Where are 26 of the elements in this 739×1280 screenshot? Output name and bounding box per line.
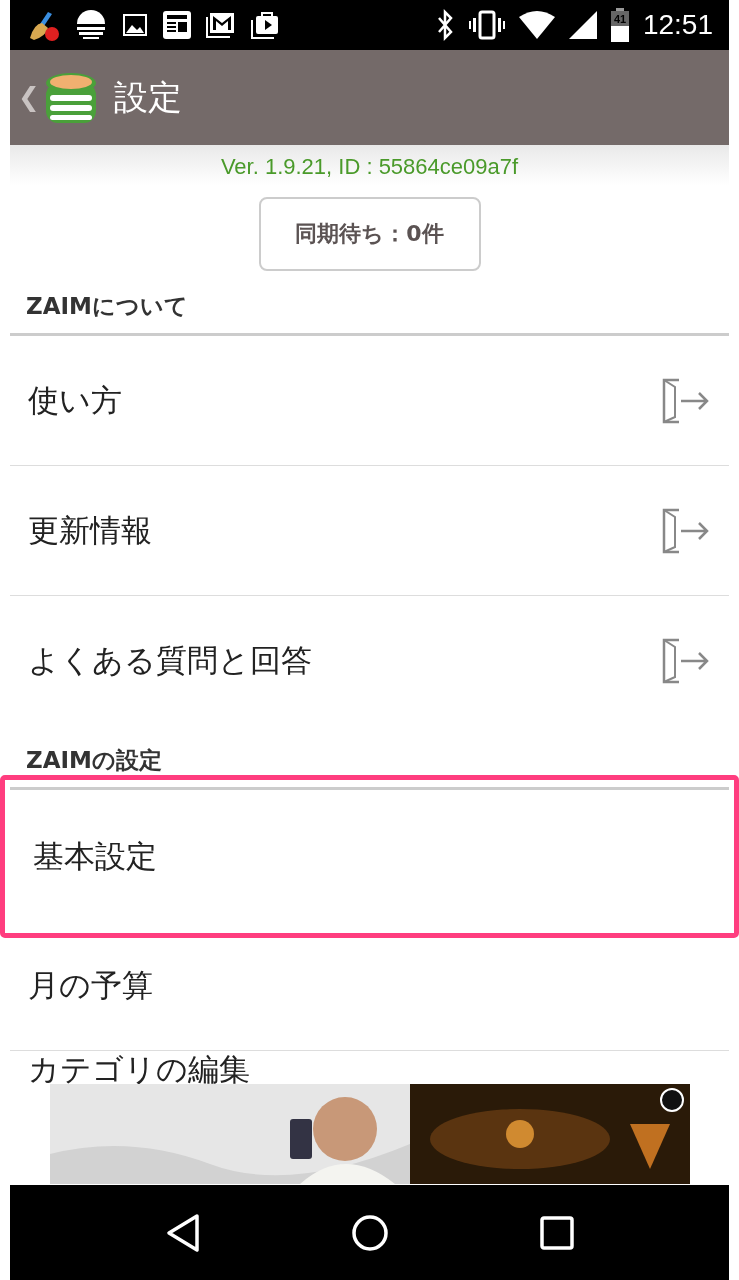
signal-icon	[568, 11, 597, 39]
section-header: ZAIMの設定	[25, 746, 163, 775]
sunset-icon	[74, 8, 108, 42]
mail-icon	[206, 11, 236, 39]
play-bag-icon	[250, 10, 280, 40]
status-time: 12:51	[642, 9, 713, 41]
screen-title: 設定	[113, 76, 182, 118]
settings-row[interactable]: 更新情報	[10, 466, 729, 596]
vibrate-icon	[468, 10, 505, 40]
battery-icon: 41	[610, 8, 629, 42]
news-icon	[162, 10, 192, 40]
wifi-icon	[518, 11, 555, 39]
overview-icon	[539, 1215, 574, 1250]
settings-row[interactable]: 基本設定	[0, 775, 739, 938]
sync-button[interactable]: 同期待ち：0件	[258, 197, 481, 271]
section-header: ZAIMについて	[25, 292, 189, 321]
exit-arrow-icon	[661, 636, 711, 685]
settings-row[interactable]: 使い方	[10, 336, 729, 466]
exit-arrow-icon	[661, 376, 711, 425]
settings-row[interactable]: 月の予算	[10, 921, 729, 1051]
image-icon	[122, 13, 148, 37]
settings-row[interactable]: よくある質問と回答	[10, 596, 729, 725]
settings-row[interactable]: カテゴリの編集	[10, 1051, 729, 1087]
home-icon	[351, 1213, 390, 1252]
back-icon	[165, 1212, 202, 1253]
exit-arrow-icon	[661, 506, 711, 555]
